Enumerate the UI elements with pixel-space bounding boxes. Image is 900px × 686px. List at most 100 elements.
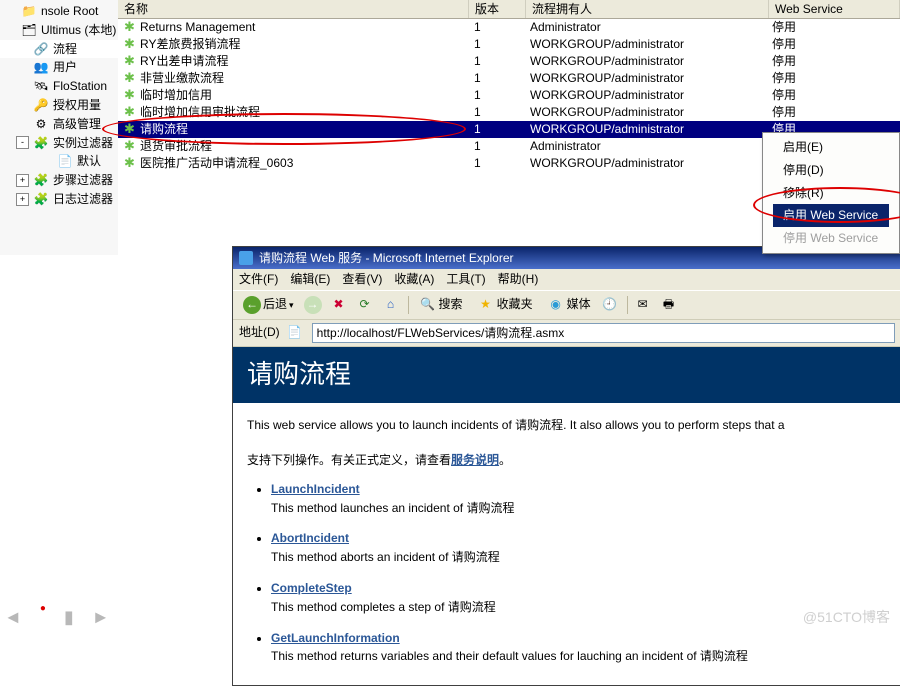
media-button[interactable]: ◉媒体 (543, 294, 595, 316)
tree-icon: 🔑 (33, 98, 49, 112)
col-name[interactable]: 名称 (118, 0, 469, 18)
expand-toggle[interactable]: + (16, 174, 29, 187)
back-button[interactable]: ← 后退 ▾ (239, 294, 298, 316)
cell-name: 非营业缴款流程 (140, 71, 224, 85)
table-row[interactable]: ✱非营业缴款流程1WORKGROUP/administrator停用 (118, 70, 900, 87)
list-header: 名称 版本 流程拥有人 Web Service (118, 0, 900, 19)
ie-window: 请购流程 Web 服务 - Microsoft Internet Explore… (232, 246, 900, 686)
cell-owner: WORKGROUP/administrator (524, 87, 766, 104)
context-menu-item[interactable]: 移除(R) (773, 182, 889, 205)
menu-item[interactable]: 查看(V) (342, 271, 382, 288)
menu-item[interactable]: 工具(T) (446, 271, 485, 288)
tree-item[interactable]: 👥 用户 (0, 58, 118, 77)
context-menu-item[interactable]: 启用(E) (773, 136, 889, 159)
ie-icon (239, 251, 253, 265)
cell-webservice: 停用 (766, 19, 896, 36)
cell-owner: WORKGROUP/administrator (524, 121, 766, 138)
col-webservice[interactable]: Web Service (769, 0, 900, 18)
media-icon: ◉ (547, 296, 565, 314)
operation-link[interactable]: GetLaunchInformation (271, 631, 400, 645)
watermark: @51CTO博客 (803, 608, 890, 628)
star-icon: ★ (477, 296, 495, 314)
print-icon[interactable]: 🖶 (660, 296, 678, 314)
tree-label: 用户 (53, 59, 77, 76)
page-desc-1: This web service allows you to launch in… (233, 403, 900, 438)
cell-webservice: 停用 (766, 70, 896, 87)
table-row[interactable]: ✱ Returns Management 1Administrator停用 (118, 19, 900, 36)
ie-title: 请购流程 Web 服务 - Microsoft Internet Explore… (259, 250, 514, 267)
forward-icon[interactable]: → (304, 296, 322, 314)
cell-owner: WORKGROUP/administrator (524, 104, 766, 121)
service-operation: LaunchIncident This method launches an in… (271, 481, 900, 517)
process-icon: ✱ (124, 20, 136, 32)
history-icon[interactable]: 🕘 (601, 296, 619, 314)
tree-item[interactable]: 📁nsole Root (0, 2, 118, 21)
nav-tree[interactable]: 📁nsole Root🗂Ultimus (本地)🔗流程 👥 用户🛰FloStatio… (0, 0, 118, 255)
tree-item[interactable]: 🗂Ultimus (本地) (0, 21, 118, 40)
cell-webservice: 停用 (766, 53, 896, 70)
tree-label: 高级管理 (53, 116, 101, 133)
table-row[interactable]: ✱临时增加信用审批流程1WORKGROUP/administrator停用 (118, 104, 900, 121)
stop-icon[interactable]: ✖ (330, 296, 348, 314)
expand-toggle[interactable]: + (16, 193, 29, 206)
tree-item[interactable]: 📄默认 (0, 152, 118, 171)
tree-icon: 🛰 (33, 80, 49, 94)
menu-item[interactable]: 帮助(H) (498, 271, 539, 288)
cell-name: 医院推广活动申请流程_0603 (140, 156, 293, 170)
menu-item[interactable]: 文件(F) (239, 271, 278, 288)
process-icon: ✱ (124, 37, 136, 49)
page-icon: 📄 (286, 324, 304, 342)
cell-name: 临时增加信用审批流程 (140, 105, 260, 119)
operation-desc: This method launches an incident of 请购流程 (271, 500, 900, 517)
tree-label: Ultimus (本地) (41, 22, 116, 39)
home-icon[interactable]: ⌂ (382, 296, 400, 314)
expand-toggle[interactable]: - (16, 136, 29, 149)
tree-icon: 🧩 (33, 136, 49, 150)
page-title: 请购流程 (233, 347, 900, 403)
tree-item[interactable]: +🧩步骤过滤器 (0, 171, 118, 190)
cell-version: 1 (468, 19, 524, 36)
tree-item[interactable]: 🛰FloStation (0, 77, 118, 96)
process-icon: ✱ (124, 139, 136, 151)
nav-prev-icon[interactable]: ◄ (4, 605, 22, 630)
context-menu-item[interactable]: 停用(D) (773, 159, 889, 182)
cell-version: 1 (468, 70, 524, 87)
cell-name: Returns Management (140, 20, 255, 34)
cell-version: 1 (468, 138, 524, 155)
tree-item[interactable]: 🔑授权用量 (0, 96, 118, 115)
cell-name: 临时增加信用 (140, 88, 212, 102)
tree-item[interactable]: ⚙ 高级管理 (0, 115, 118, 134)
cell-owner: WORKGROUP/administrator (524, 36, 766, 53)
operation-link[interactable]: LaunchIncident (271, 482, 360, 496)
tree-icon: ⚙ (33, 117, 49, 131)
search-button[interactable]: 🔍搜索 (415, 294, 467, 316)
tree-icon: 🔗 (33, 42, 49, 56)
nav-dot-icon[interactable]: ● (40, 602, 46, 627)
tree-item[interactable]: 🔗流程 (0, 40, 118, 59)
tree-item[interactable]: +🧩日志过滤器 (0, 190, 118, 209)
refresh-icon[interactable]: ⟳ (356, 296, 374, 314)
process-icon: ✱ (124, 156, 136, 168)
menu-item[interactable]: 收藏(A) (394, 271, 434, 288)
mail-icon[interactable]: ✉ (634, 296, 652, 314)
col-version[interactable]: 版本 (469, 0, 526, 18)
menu-item[interactable]: 编辑(E) (290, 271, 330, 288)
favorites-button[interactable]: ★收藏夹 (473, 294, 537, 316)
ie-menubar[interactable]: 文件(F) 编辑(E) 查看(V) 收藏(A) 工具(T) 帮助(H) (233, 269, 900, 290)
table-row[interactable]: ✱RY差旅费报销流程1WORKGROUP/administrator停用 (118, 36, 900, 53)
service-description-link[interactable]: 服务说明 (451, 453, 499, 467)
cell-version: 1 (468, 155, 524, 172)
tree-icon: 👥 (33, 61, 49, 75)
operation-link[interactable]: CompleteStep (271, 581, 352, 595)
tree-icon: 🧩 (33, 174, 49, 188)
nav-next-icon[interactable]: ► (92, 605, 110, 630)
col-owner[interactable]: 流程拥有人 (526, 0, 769, 18)
tree-item[interactable]: -🧩实例过滤器 (0, 134, 118, 153)
table-row[interactable]: ✱RY出差申请流程1WORKGROUP/administrator停用 (118, 53, 900, 70)
cell-owner: Administrator (524, 19, 766, 36)
context-menu-item[interactable]: 启用 Web Service (773, 204, 889, 227)
address-input[interactable] (312, 323, 895, 343)
operation-link[interactable]: AbortIncident (271, 531, 349, 545)
table-row[interactable]: ✱临时增加信用1WORKGROUP/administrator停用 (118, 87, 900, 104)
ie-toolbar[interactable]: ← 后退 ▾ → ✖ ⟳ ⌂ 🔍搜索 ★收藏夹 ◉媒体 🕘 ✉ 🖶 (233, 290, 900, 320)
